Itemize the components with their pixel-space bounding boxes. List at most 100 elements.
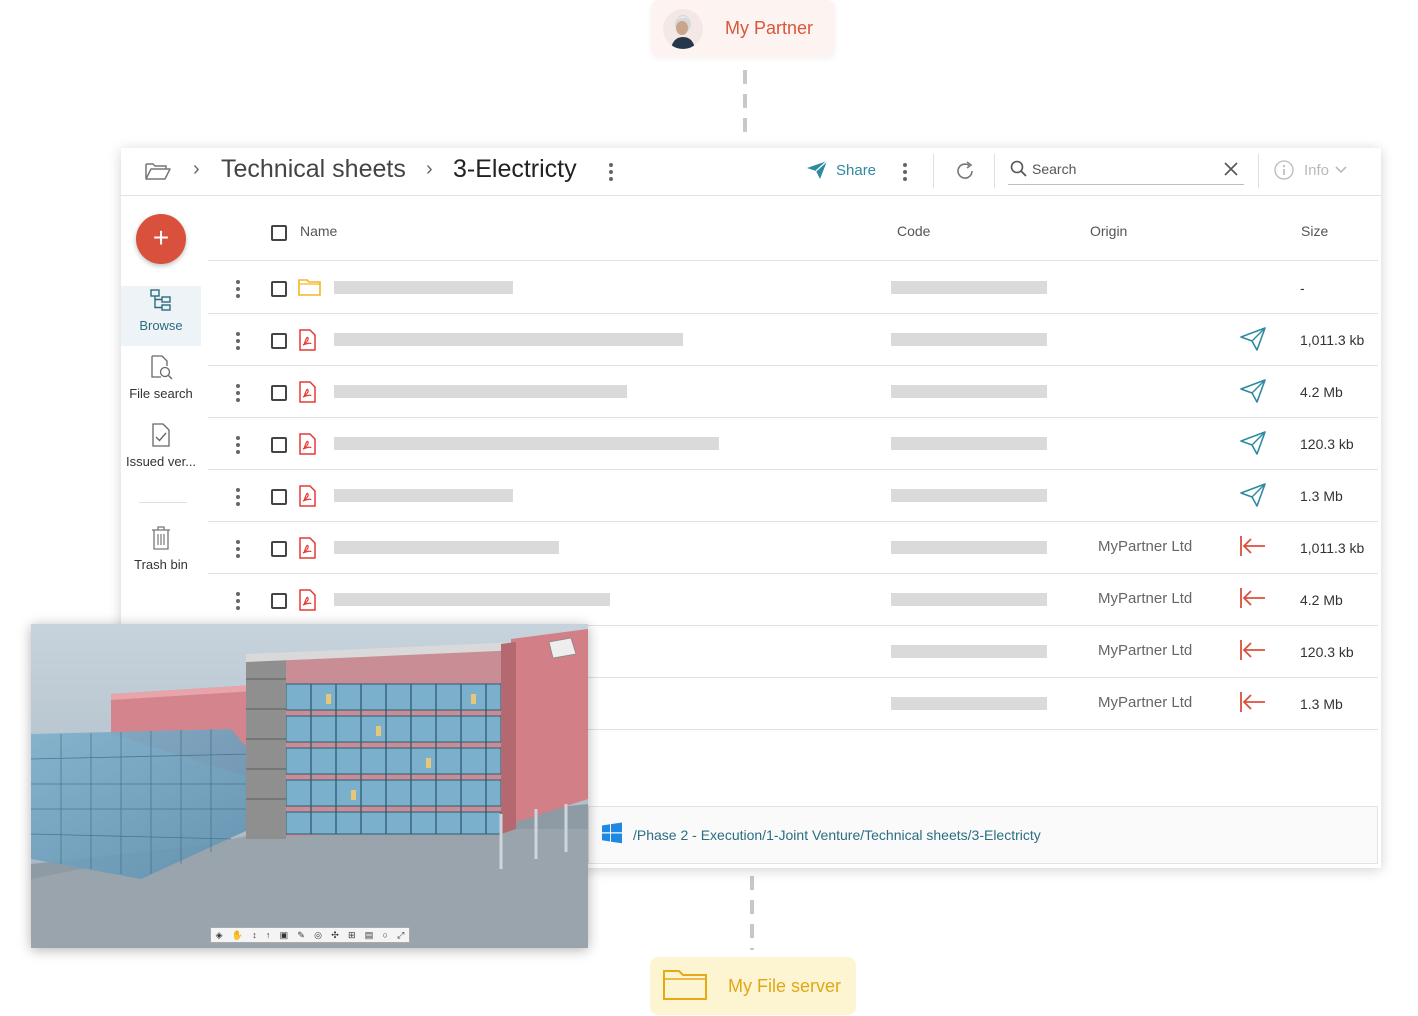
send-icon [1239,326,1267,357]
file-size: 4.2 Mb [1300,592,1343,608]
table-row[interactable]: 1,011.3 kb [208,314,1378,366]
name-placeholder [334,281,513,294]
viewer-toolbar: ◈ ✋ ↕ ↑ ▣ ✎ ◎ ✣ ⊞ ▤ ○ ⤢ [210,927,410,943]
sidebar-item-file-search[interactable]: File search [121,354,201,414]
row-menu-icon[interactable] [236,540,240,558]
file-server-badge: My File server [650,957,856,1015]
file-search-icon [121,354,201,380]
sidebar-item-browse[interactable]: Browse [121,286,201,346]
row-menu-icon[interactable] [236,332,240,350]
code-placeholder [891,489,1047,502]
select-all-checkbox[interactable] [271,225,287,241]
row-menu-icon[interactable] [236,592,240,610]
chevron-down-icon [1335,166,1347,174]
settings-tool-icon[interactable]: ○ [382,930,387,940]
explode-tool-icon[interactable]: ✣ [331,930,339,941]
pdf-file-icon [298,485,316,512]
table-row[interactable]: 120.3 kb [208,418,1378,470]
row-menu-icon[interactable] [236,488,240,506]
fullscreen-tool-icon[interactable]: ⤢ [397,930,404,941]
toolbar: › Technical sheets › 3-Electricty Share [121,148,1381,196]
info-label: Info [1304,161,1330,179]
file-size: 120.3 kb [1300,436,1354,452]
code-placeholder [891,333,1047,346]
measure-tool-icon[interactable]: ✎ [297,930,305,941]
row-menu-icon[interactable] [236,436,240,454]
divider [994,154,995,188]
breadcrumb-item[interactable]: Technical sheets [221,155,406,184]
row-checkbox[interactable] [271,385,287,401]
more-menu-icon[interactable] [903,163,907,181]
file-size: - [1300,280,1305,296]
walk-tool-icon[interactable]: ↑ [266,930,271,940]
partner-avatar [663,8,703,49]
pan-tool-icon[interactable]: ✋ [232,930,243,941]
name-placeholder [334,333,683,346]
table-row[interactable]: MyPartner Ltd 4.2 Mb [208,574,1378,626]
row-checkbox[interactable] [271,593,287,609]
table-row[interactable]: MyPartner Ltd 1,011.3 kb [208,522,1378,574]
pdf-file-icon [298,433,316,460]
row-menu-icon[interactable] [236,384,240,402]
bim-3d-viewer[interactable]: ◈ ✋ ↕ ↑ ▣ ✎ ◎ ✣ ⊞ ▤ ○ ⤢ [31,624,588,948]
row-checkbox[interactable] [271,489,287,505]
sidebar-item-trash[interactable]: Trash bin [121,525,201,585]
breadcrumb-menu-icon[interactable] [609,163,613,181]
column-header-name[interactable]: Name [300,223,337,239]
name-placeholder [334,437,719,450]
camera-tool-icon[interactable]: ▣ [280,930,289,941]
properties-tool-icon[interactable]: ▤ [365,930,374,941]
model-tree-icon[interactable]: ⊞ [348,930,356,941]
send-icon [1239,430,1267,461]
received-icon [1239,690,1267,719]
row-menu-icon[interactable] [236,280,240,298]
name-placeholder [334,489,513,502]
share-button[interactable]: Share [806,160,876,180]
breadcrumb-current: 3-Electricty [453,155,577,183]
file-size: 1.3 Mb [1300,696,1343,712]
column-header-origin[interactable]: Origin [1090,223,1127,239]
trash-icon [121,525,201,551]
info-icon [1274,160,1294,180]
table-row[interactable]: - [208,262,1378,314]
view-cube-icon[interactable] [548,637,577,659]
name-placeholder [334,385,627,398]
row-checkbox[interactable] [271,333,287,349]
info-button[interactable]: Info [1274,160,1347,180]
folder-icon [298,277,322,302]
folder-open-icon[interactable] [145,161,171,186]
code-placeholder [891,593,1047,606]
close-icon[interactable] [1224,162,1238,181]
column-header-size[interactable]: Size [1301,223,1328,239]
column-header-code[interactable]: Code [897,223,930,239]
pdf-file-icon [298,381,316,408]
section-tool-icon[interactable]: ◎ [314,930,322,941]
partner-badge: My Partner [651,0,835,57]
sidebar-item-issued-versions[interactable]: Issued ver... [121,422,201,482]
refresh-icon[interactable] [953,159,977,188]
table-row[interactable]: 4.2 Mb [208,366,1378,418]
orbit-tool-icon[interactable]: ◈ [216,930,223,941]
code-placeholder [891,281,1047,294]
zoom-tool-icon[interactable]: ↕ [252,930,257,940]
row-checkbox[interactable] [271,541,287,557]
pdf-file-icon [298,329,316,356]
row-checkbox[interactable] [271,281,287,297]
folder-path[interactable]: /Phase 2 - Execution/1-Joint Venture/Tec… [633,827,1041,843]
name-placeholder [334,593,610,606]
origin-text: MyPartner Ltd [1098,590,1193,607]
code-placeholder [891,437,1047,450]
search-input[interactable] [1032,161,1212,177]
row-checkbox[interactable] [271,437,287,453]
table-row[interactable]: 1.3 Mb [208,470,1378,522]
received-icon [1239,638,1267,667]
send-icon [807,160,828,179]
search-field[interactable] [1008,157,1244,185]
sidebar-item-label: File search [129,386,193,401]
sidebar-item-label: Issued ver... [125,454,197,469]
divider [1258,154,1259,188]
path-bar: /Phase 2 - Execution/1-Joint Venture/Tec… [588,806,1378,864]
received-icon [1239,534,1267,563]
add-button[interactable]: + [136,214,186,264]
received-icon [1239,586,1267,615]
